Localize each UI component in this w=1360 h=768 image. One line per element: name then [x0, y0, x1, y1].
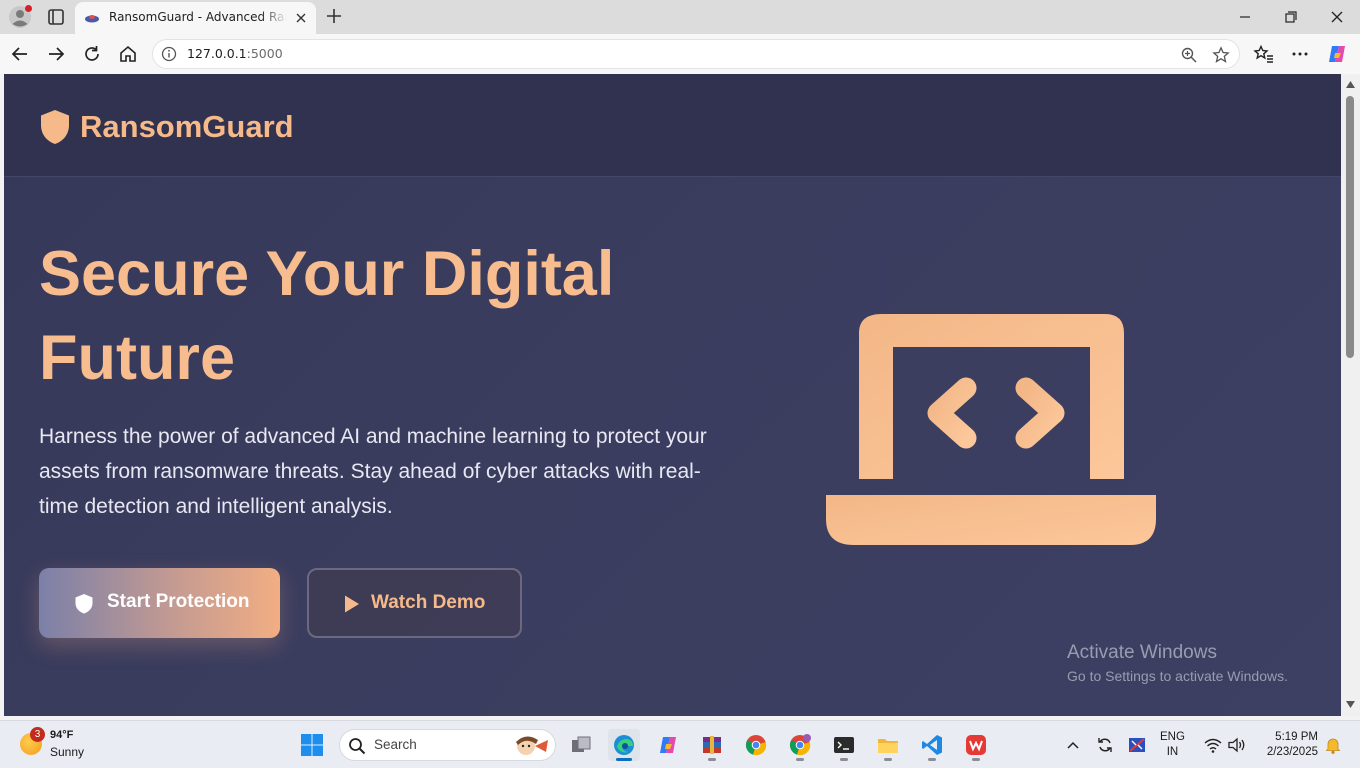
- taskbar-vscode[interactable]: [916, 729, 948, 761]
- favorite-star-icon[interactable]: [1212, 46, 1230, 64]
- start-protection-button[interactable]: Start Protection: [39, 568, 280, 638]
- system-clock[interactable]: 5:19 PM 2/23/2025: [1254, 730, 1318, 760]
- taskbar-file-explorer[interactable]: [872, 729, 904, 761]
- active-app-indicator: [616, 758, 632, 761]
- taskbar-chrome-profile[interactable]: [784, 729, 816, 761]
- watch-demo-label: Watch Demo: [371, 592, 486, 613]
- minimize-window-icon[interactable]: [1234, 6, 1256, 28]
- wifi-icon[interactable]: [1203, 735, 1223, 755]
- page-viewport: RansomGuard Secure Your Digital Future H…: [4, 74, 1341, 716]
- open-app-indicator: [796, 758, 804, 761]
- activate-title: Activate Windows: [1067, 642, 1217, 663]
- weather-temperature[interactable]: 94°F: [50, 729, 73, 741]
- copilot-app-icon: [660, 737, 676, 753]
- taskbar-chrome[interactable]: [740, 729, 772, 761]
- profile-notification-dot: [25, 5, 32, 12]
- open-app-indicator: [708, 758, 716, 761]
- language-code: ENG: [1160, 731, 1185, 743]
- site-header: RansomGuard: [4, 74, 1341, 177]
- scrollbar-thumb[interactable]: [1346, 96, 1354, 358]
- taskbar-search-box[interactable]: Search: [339, 729, 556, 761]
- language-region: IN: [1166, 746, 1179, 758]
- address-bar[interactable]: 127.0.0.1:5000: [152, 39, 1240, 69]
- scroll-up-arrow-icon[interactable]: [1345, 80, 1356, 89]
- weather-condition[interactable]: Sunny: [50, 745, 84, 759]
- restore-window-icon[interactable]: [1280, 6, 1302, 28]
- search-icon: [349, 738, 366, 755]
- close-window-icon[interactable]: [1326, 6, 1348, 28]
- start-protection-label: Start Protection: [107, 591, 250, 612]
- folder-icon: [878, 739, 898, 753]
- back-arrow-icon[interactable]: [9, 43, 31, 65]
- hero-title: Secure Your Digital Future: [39, 239, 615, 393]
- chrome-profile-icon: [789, 734, 811, 756]
- copilot-icon[interactable]: [1326, 43, 1348, 65]
- site-info-icon[interactable]: [161, 46, 177, 62]
- windows-start-icon[interactable]: [300, 733, 324, 757]
- windows-taskbar: 3 94°F Sunny Search ENG IN 5:19 PM 2/23/…: [0, 720, 1360, 768]
- shield-icon: [75, 594, 93, 614]
- home-icon[interactable]: [117, 43, 139, 65]
- taskbar-winrar[interactable]: [696, 729, 728, 761]
- terminal-icon: [834, 737, 854, 753]
- open-app-indicator: [840, 758, 848, 761]
- tab-actions-icon[interactable]: [46, 7, 66, 27]
- sync-icon[interactable]: [1095, 735, 1115, 755]
- activate-subtitle: Go to Settings to activate Windows.: [1067, 668, 1288, 684]
- taskbar-copilot[interactable]: [652, 729, 684, 761]
- refresh-icon[interactable]: [81, 43, 103, 65]
- zoom-icon[interactable]: [1180, 46, 1198, 64]
- input-language[interactable]: ENG IN: [1160, 730, 1185, 760]
- tab-ransomguard[interactable]: RansomGuard - Advanced Ransomware Protec…: [75, 2, 316, 34]
- clock-date: 2/23/2025: [1266, 746, 1318, 758]
- activate-windows-watermark: Activate Windows Go to Settings to activ…: [1067, 642, 1288, 684]
- play-icon: [345, 595, 359, 613]
- winrar-icon: [703, 736, 721, 754]
- taskbar-task-view[interactable]: [565, 729, 597, 761]
- edge-browser-icon: [614, 735, 634, 755]
- favorites-list-icon[interactable]: [1253, 43, 1275, 65]
- url-port: :5000: [246, 46, 283, 61]
- vscode-icon: [922, 735, 942, 755]
- search-placeholder: Search: [374, 737, 417, 752]
- security-tray-icon[interactable]: [1127, 735, 1147, 755]
- open-app-indicator: [972, 758, 980, 761]
- open-app-indicator: [884, 758, 892, 761]
- wps-office-icon: [966, 735, 986, 755]
- new-tab-icon[interactable]: [324, 6, 344, 26]
- laptop-code-illustration-icon: [826, 314, 1156, 545]
- open-app-indicator: [928, 758, 936, 761]
- notifications-bell-icon[interactable]: [1323, 735, 1343, 755]
- taskbar-edge[interactable]: [608, 729, 640, 761]
- browser-toolbar: 127.0.0.1:5000: [0, 34, 1360, 74]
- weather-badge: 3: [30, 727, 45, 742]
- brand-name: RansomGuard: [80, 109, 294, 144]
- forward-arrow-icon[interactable]: [45, 43, 67, 65]
- taskbar-wps-office[interactable]: [960, 729, 992, 761]
- site-favicon-icon: [85, 15, 99, 23]
- volume-icon[interactable]: [1227, 735, 1247, 755]
- chrome-icon: [745, 735, 767, 756]
- scroll-down-arrow-icon[interactable]: [1345, 700, 1356, 709]
- shield-logo-icon: [41, 110, 69, 144]
- browser-tab-strip: RansomGuard - Advanced Ransomware Protec…: [0, 0, 1360, 34]
- url-text[interactable]: 127.0.0.1:5000: [187, 46, 283, 61]
- hero-description: Harness the power of advanced AI and mac…: [39, 425, 707, 518]
- clock-time: 5:19 PM: [1275, 731, 1318, 743]
- task-view-icon: [572, 736, 591, 752]
- search-highlight-illustration-icon: [516, 736, 548, 755]
- close-tab-icon[interactable]: [293, 10, 309, 26]
- show-hidden-icons-chevron-icon[interactable]: [1063, 735, 1083, 755]
- taskbar-terminal[interactable]: [828, 729, 860, 761]
- url-host: 127.0.0.1: [187, 46, 247, 61]
- more-options-icon[interactable]: [1289, 43, 1311, 65]
- tab-title: RansomGuard - Advanced Ransomware Protec…: [109, 10, 287, 24]
- page-scrollbar[interactable]: [1341, 74, 1360, 716]
- watch-demo-button[interactable]: Watch Demo: [307, 568, 522, 638]
